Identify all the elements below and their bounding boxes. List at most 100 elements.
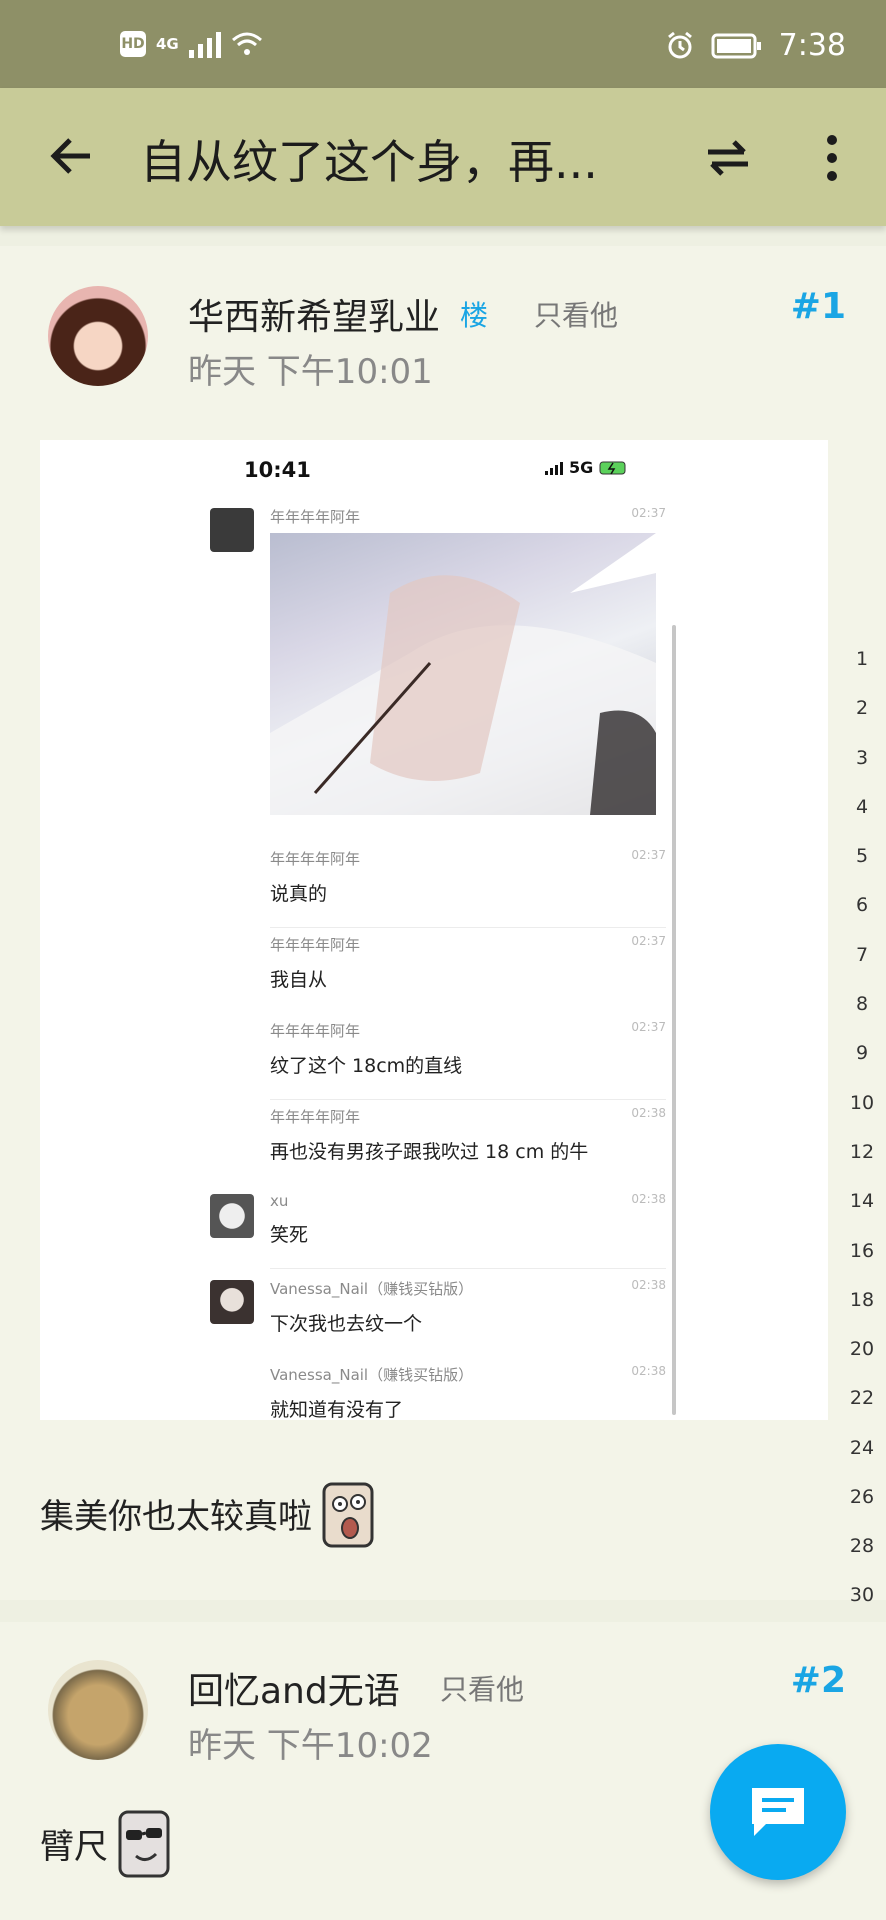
page-index[interactable]: 24 [842, 1437, 882, 1459]
chat-time: 02:38 [631, 1364, 666, 1378]
chat-text: 再也没有男孩子跟我吹过 18 cm 的牛 [270, 1141, 589, 1163]
image-time: 10:41 [244, 458, 311, 482]
status-left: HD 4G [120, 30, 263, 58]
chat-photo [270, 533, 656, 815]
chat-time: 02:37 [631, 506, 666, 520]
divider [270, 1268, 666, 1269]
avatar[interactable] [48, 286, 148, 386]
chat-message: Vanessa_Nail（赚钱买钻版） 就知道有没有了 02:38 [270, 1364, 666, 1420]
chat-avatar [210, 1194, 254, 1238]
chat-avatar [210, 1280, 254, 1324]
page-index[interactable]: 14 [842, 1190, 882, 1212]
post-body: 臂尺 [40, 1806, 174, 1880]
chat-message: Vanessa_Nail（赚钱买钻版） 下次我也去纹一个 02:38 [270, 1278, 666, 1336]
post-text: 集美你也太较真啦 [40, 1496, 312, 1537]
battery-icon [599, 461, 626, 474]
username[interactable]: 回忆and无语 [188, 1662, 400, 1714]
divider [270, 1099, 666, 1100]
floor-number: #1 [790, 286, 846, 327]
chat-sender: xu [270, 1192, 289, 1210]
page-index[interactable]: 5 [842, 845, 882, 867]
chat-message: 年年年年阿年 02:37 [270, 506, 666, 527]
chat-message: 年年年年阿年 我自从 02:37 [270, 934, 666, 992]
only-him-button[interactable]: 只看他 [534, 294, 618, 334]
page-index[interactable]: 22 [842, 1387, 882, 1409]
image-status-bar: 10:41 5G [40, 440, 828, 510]
chat-message: 年年年年阿年 纹了这个 18cm的直线 02:37 [270, 1020, 666, 1100]
page-index[interactable]: 6 [842, 894, 882, 916]
shocked-face-icon [322, 1482, 374, 1548]
chat-time: 02:37 [631, 934, 666, 948]
page-index[interactable]: 1 [842, 648, 882, 670]
op-badge: 楼 [460, 299, 489, 332]
image-network: 5G [545, 458, 629, 477]
chat-time: 02:38 [631, 1106, 666, 1120]
chat-text: 就知道有没有了 [270, 1399, 404, 1420]
status-bar: HD 4G 7:38 [0, 0, 886, 88]
floor-number: #2 [790, 1660, 846, 1701]
chat-sender: Vanessa_Nail（赚钱买钻版） [270, 1366, 474, 1384]
chat-message: 年年年年阿年 说真的 02:37 [270, 848, 666, 928]
page-index[interactable]: 7 [842, 944, 882, 966]
hd-icon: HD [120, 31, 146, 57]
more-vert-icon[interactable] [812, 128, 852, 188]
swap-icon[interactable] [700, 130, 756, 186]
page-index[interactable]: 4 [842, 796, 882, 818]
image-scrollbar [672, 625, 676, 1415]
page-index[interactable]: 8 [842, 993, 882, 1015]
app-toolbar: 自从纹了这个身，再... [0, 88, 886, 226]
chat-time: 02:37 [631, 848, 666, 862]
page-index[interactable]: 9 [842, 1042, 882, 1064]
chat-message: xu 笑死 02:38 [270, 1192, 666, 1269]
clock-time: 7:38 [778, 28, 846, 63]
status-right: 7:38 [665, 28, 846, 63]
chat-message: 年年年年阿年 再也没有男孩子跟我吹过 18 cm 的牛 02:38 [270, 1106, 666, 1164]
chat-sender: Vanessa_Nail（赚钱买钻版） [270, 1280, 474, 1298]
page-index[interactable]: 2 [842, 697, 882, 719]
page-index[interactable]: 28 [842, 1535, 882, 1557]
chat-sender: 年年年年阿年 [270, 508, 361, 526]
chat-sender: 年年年年阿年 [270, 1108, 361, 1126]
chat-text: 说真的 [270, 883, 328, 905]
chat-sender: 年年年年阿年 [270, 936, 361, 954]
post-image[interactable]: 10:41 5G 年年年年阿年 02:37 年年年年阿年 说真的 02:37 年… [40, 440, 828, 1420]
post-card-1: 华西新希望乳业 楼 只看他 #1 昨天 下午10:01 10:41 5G 年年年… [0, 246, 886, 1600]
signal-icon [188, 30, 221, 58]
thread-title: 自从纹了这个身，再... [140, 135, 598, 189]
alarm-icon [667, 31, 692, 58]
chat-icon [752, 1788, 804, 1836]
username[interactable]: 华西新希望乳业 [188, 288, 440, 340]
page-index[interactable]: 3 [842, 747, 882, 769]
chat-text: 笑死 [270, 1224, 309, 1246]
page-index[interactable]: 26 [842, 1486, 882, 1508]
post-time: 昨天 下午10:02 [188, 1726, 433, 1766]
page-index[interactable]: 20 [842, 1338, 882, 1360]
network-label: 4G [156, 35, 179, 53]
post-body: 集美你也太较真啦 [40, 1476, 378, 1550]
page-index[interactable]: 18 [842, 1289, 882, 1311]
back-arrow-icon[interactable] [44, 128, 100, 184]
battery-icon [711, 33, 761, 58]
page-index[interactable]: 12 [842, 1141, 882, 1163]
avatar[interactable] [48, 1660, 148, 1760]
page-index[interactable]: 10 [842, 1092, 882, 1114]
chat-avatar [210, 508, 254, 552]
image-network-label: 5G [569, 458, 594, 477]
page-index[interactable]: 30 [842, 1584, 882, 1606]
only-him-button[interactable]: 只看他 [440, 1668, 524, 1708]
chat-time: 02:37 [631, 1020, 666, 1034]
sunglasses-face-icon [118, 1810, 170, 1878]
chat-sender: 年年年年阿年 [270, 850, 361, 868]
chat-time: 02:38 [631, 1192, 666, 1206]
chat-sender: 年年年年阿年 [270, 1022, 361, 1040]
signal-icon [545, 461, 563, 475]
tattoo-line [270, 533, 656, 815]
divider [270, 927, 666, 928]
page-index[interactable]: 16 [842, 1240, 882, 1262]
chat-time: 02:38 [631, 1278, 666, 1292]
chat-text: 下次我也去纹一个 [270, 1313, 423, 1335]
wifi-icon [231, 32, 262, 55]
post-time: 昨天 下午10:01 [188, 352, 433, 392]
post-text: 臂尺 [40, 1826, 108, 1867]
reply-fab[interactable] [710, 1744, 846, 1880]
